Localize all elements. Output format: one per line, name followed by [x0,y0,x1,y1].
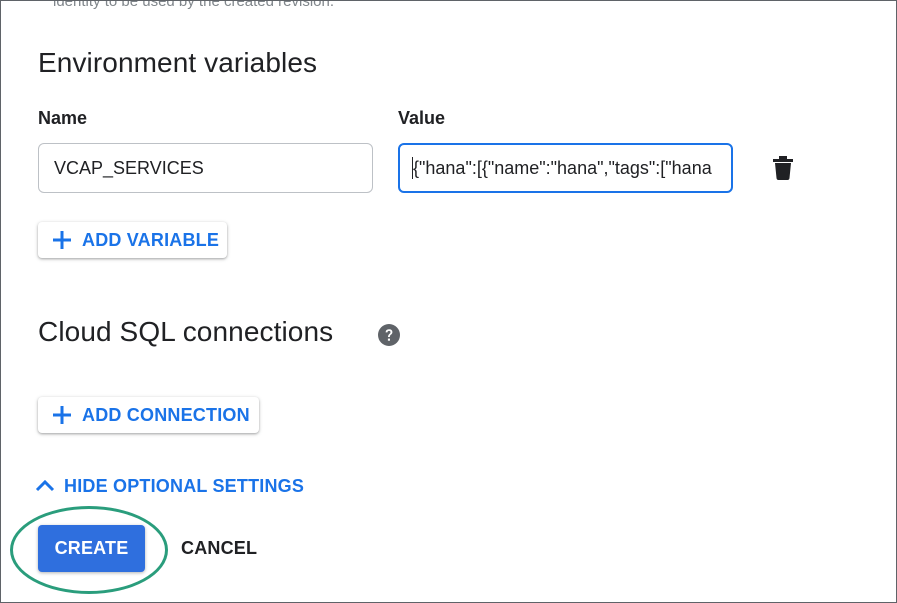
add-connection-button[interactable]: ADD CONNECTION [38,397,259,433]
chevron-up-icon [35,479,55,492]
create-button-label: CREATE [54,538,129,558]
hide-optional-settings-button[interactable]: HIDE OPTIONAL SETTINGS [34,475,304,497]
add-variable-button[interactable]: ADD VARIABLE [38,222,227,258]
plus-icon [53,406,71,424]
name-column-label: Name [38,108,88,128]
env-var-value-input[interactable]: {"hana":[{"name":"hana","tags":["hana [398,143,733,193]
service-account-hint: identity to be used by the created revis… [53,0,335,10]
env-var-value-text: {"hana":[{"name":"hana","tags":["hana [413,157,712,178]
value-column-label: Value [398,108,446,128]
add-variable-label: ADD VARIABLE [82,229,220,250]
env-vars-title: Environment variables [38,47,318,78]
settings-panel: identity to be used by the created revis… [0,0,897,603]
plus-icon [53,231,71,249]
help-icon[interactable] [378,324,400,346]
cancel-button[interactable]: CANCEL [181,538,257,559]
create-button[interactable]: CREATE [38,525,145,572]
add-connection-label: ADD CONNECTION [82,404,250,425]
env-var-name-input[interactable]: VCAP_SERVICES [38,143,373,193]
cloud-sql-title: Cloud SQL connections [38,316,334,347]
trash-icon[interactable] [773,156,793,180]
hide-optional-settings-label: HIDE OPTIONAL SETTINGS [64,475,305,496]
env-var-name-text: VCAP_SERVICES [54,157,204,178]
